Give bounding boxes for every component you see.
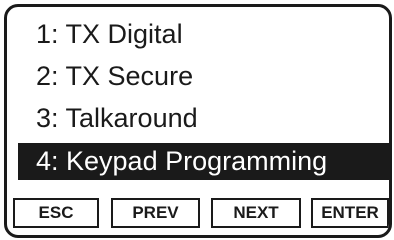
prev-button[interactable]: PREV (111, 198, 200, 228)
menu-item-tx-digital[interactable]: 1: TX Digital (18, 16, 389, 53)
softkey-bar: ESC PREV NEXT ENTER (7, 194, 389, 235)
menu-item-tx-secure[interactable]: 2: TX Secure (18, 58, 389, 95)
enter-button[interactable]: ENTER (311, 198, 389, 228)
next-button[interactable]: NEXT (211, 198, 301, 228)
menu-item-talkaround[interactable]: 3: Talkaround (18, 100, 389, 137)
menu-item-keypad-programming[interactable]: 4: Keypad Programming (18, 143, 389, 180)
radio-display: 1: TX Digital 2: TX Secure 3: Talkaround… (4, 4, 392, 238)
esc-button[interactable]: ESC (13, 198, 99, 228)
